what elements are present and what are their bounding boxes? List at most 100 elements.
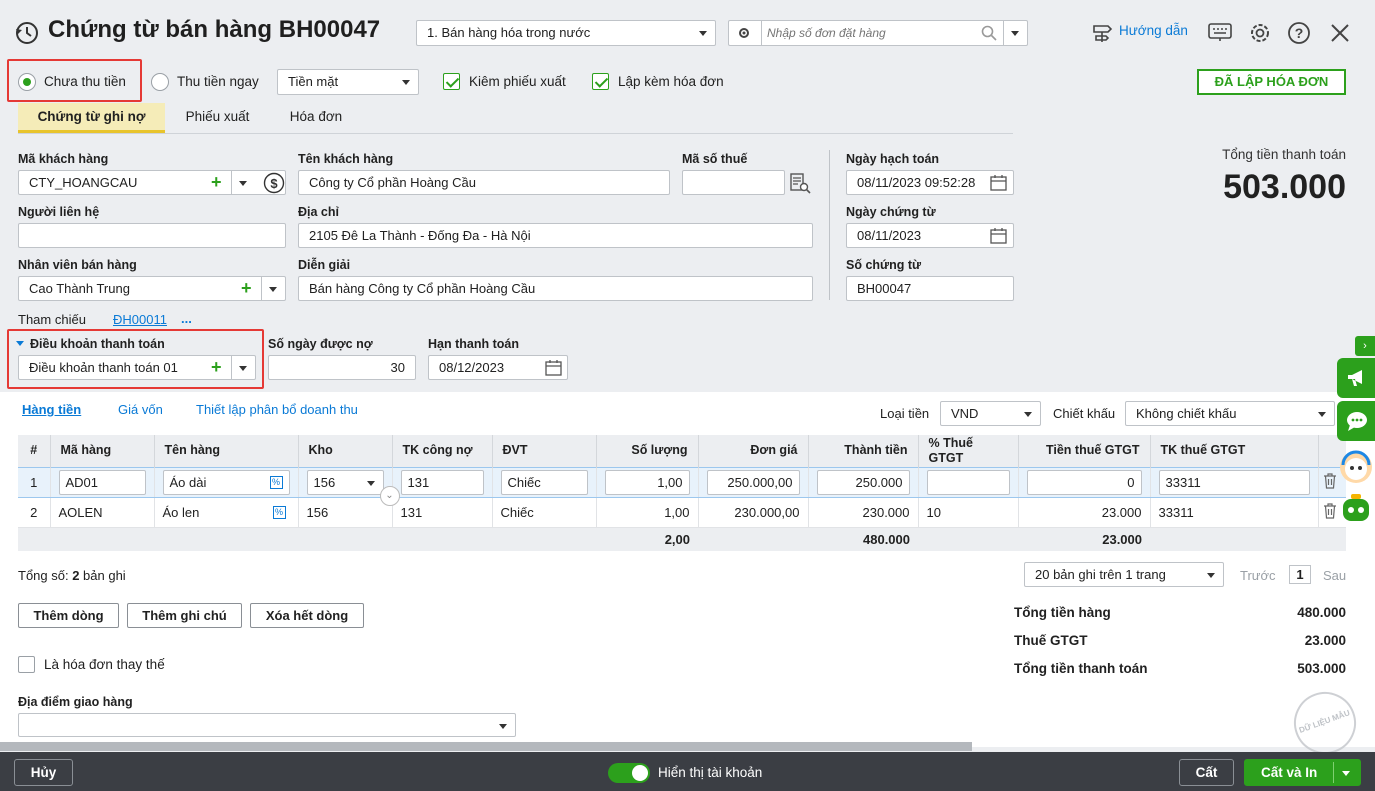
add-row-button[interactable]: Thêm dòng [18,603,119,628]
history-icon[interactable] [14,20,40,46]
gear-icon[interactable] [737,26,751,40]
save-button[interactable]: Cất [1179,759,1234,786]
payment-method-select[interactable]: Tiền mặt [277,69,419,95]
dollar-icon[interactable]: $ [263,172,285,194]
show-accounts-toggle[interactable] [608,763,650,783]
percent-icon[interactable]: % [269,475,283,489]
guide-icon[interactable] [1090,22,1114,46]
vat-account-cell[interactable]: 33311 [1150,497,1319,528]
chevron-down-icon[interactable] [1342,771,1350,776]
search-icon[interactable] [981,25,997,41]
chevron-down-icon[interactable] [1011,31,1019,36]
posting-date-field[interactable]: 08/11/2023 09:52:28 [846,170,1014,195]
tab-debit-voucher[interactable]: Chứng từ ghi nợ [18,103,165,133]
expand-circle-icon[interactable]: ⌄ [379,485,400,506]
pager-prev[interactable]: Trước [1240,568,1276,583]
amount-input[interactable]: 250.000 [816,469,910,495]
unit-cell[interactable]: Chiếc [492,497,597,528]
help-icon[interactable]: ? [1287,21,1311,45]
credit-days-field[interactable]: 30 [268,355,416,380]
calendar-icon[interactable] [990,227,1007,244]
voucher-date-field[interactable]: 08/11/2023 [846,223,1014,248]
chat-button[interactable] [1337,401,1375,441]
vat-rate-cell[interactable]: 10 [918,497,1019,528]
calendar-icon[interactable] [545,359,562,376]
add-salesperson-icon[interactable]: + [241,278,252,298]
announcement-button[interactable] [1337,358,1375,398]
settings-icon[interactable] [1248,21,1272,45]
delete-all-rows-button[interactable]: Xóa hết dòng [250,603,364,628]
item-name-cell[interactable]: Áo len% [154,497,299,528]
unpaid-radio[interactable] [18,73,36,91]
item-code-input[interactable]: AD01 [58,469,146,495]
page-size-select[interactable]: 20 bản ghi trên 1 trang [1024,562,1224,587]
description-field[interactable]: Bán hàng Công ty Cổ phần Hoàng Cầu [298,276,813,301]
order-search-input[interactable] [767,24,977,42]
add-customer-icon[interactable]: + [211,172,222,192]
chevron-down-icon[interactable] [269,287,277,292]
receivable-account-cell[interactable]: 131 [392,497,493,528]
col-index: # [18,435,51,467]
amount-cell[interactable]: 230.000 [808,497,919,528]
tax-code-field[interactable] [682,170,785,195]
close-icon[interactable] [1330,23,1350,43]
vat-account-input[interactable]: 33311 [1158,469,1310,495]
vat-amount-input[interactable]: 0 [1026,469,1142,495]
cancel-button[interactable]: Hủy [14,759,73,786]
trash-icon[interactable] [1323,472,1337,489]
contact-field[interactable] [18,223,286,248]
paid-radio[interactable] [151,73,169,91]
vat-amount-cell[interactable]: 23.000 [1018,497,1151,528]
pager-next[interactable]: Sau [1323,568,1346,583]
delivery-place-select[interactable] [18,713,516,737]
trash-icon[interactable] [1323,502,1337,519]
tab-invoice[interactable]: Hóa đơn [270,103,362,133]
keyboard-icon[interactable] [1208,22,1232,44]
reference-link[interactable]: ĐH00011 [113,312,167,327]
chevron-down-icon[interactable] [239,366,247,371]
assistant-avatar[interactable] [1337,448,1375,486]
address-field[interactable]: 2105 Đê La Thành - Đống Đa - Hà Nội [298,223,813,248]
reference-more-button[interactable]: ... [181,311,192,326]
detail-tab-cost[interactable]: Giá vốn [118,402,163,417]
unit-price-input[interactable]: 250.000,00 [706,469,800,495]
table-row[interactable]: 1 AD01 Áo dài% 156 131 Chiếc 1,00 250.00… [18,466,1346,498]
help-link[interactable]: Hướng dẫn [1119,23,1188,38]
unit-input[interactable]: Chiếc [500,469,588,495]
add-note-button[interactable]: Thêm ghi chú [127,603,242,628]
detail-tab-goods[interactable]: Hàng tiền [22,402,81,417]
posting-date-value: 08/11/2023 09:52:28 [857,175,976,190]
percent-icon[interactable]: % [272,505,286,519]
sale-type-select[interactable]: 1. Bán hàng hóa trong nước [416,20,716,46]
chevron-down-icon[interactable] [239,181,247,186]
horizontal-scrollbar[interactable] [0,742,972,751]
customer-name-field[interactable]: Công ty Cổ phần Hoàng Cầu [298,170,670,195]
discount-select[interactable]: Không chiết khấu [1125,401,1335,426]
table-row[interactable]: 2 AOLEN Áo len% 156 ⌄ 131 Chiếc 1,00 230.… [18,485,1346,528]
item-code-cell[interactable]: AOLEN [50,497,155,528]
warehouse-cell[interactable]: 156 ⌄ [298,485,400,528]
quantity-cell[interactable]: 1,00 [596,497,699,528]
save-print-button[interactable]: Cất và In [1244,759,1361,786]
vat-rate-input[interactable] [926,469,1010,495]
replacement-invoice-checkbox[interactable] [18,656,35,673]
item-name-input[interactable]: Áo dài% [162,469,290,495]
tab-delivery-note[interactable]: Phiếu xuất [170,103,265,133]
add-payment-terms-icon[interactable]: + [211,357,222,377]
unit-price-cell[interactable]: 230.000,00 [698,497,809,528]
currency-select[interactable]: VND [940,401,1041,426]
receivable-account-input[interactable]: 131 [400,469,484,495]
calendar-icon[interactable] [990,174,1007,191]
tax-lookup-icon[interactable] [789,172,811,194]
detail-tab-revenue-allocation[interactable]: Thiết lập phân bổ doanh thu [196,402,358,417]
with-invoice-checkbox[interactable] [592,73,609,90]
side-expand-tab[interactable]: › [1355,336,1375,356]
with-delivery-checkbox[interactable] [443,73,460,90]
chevron-down-icon [1318,412,1326,417]
pager-current-page[interactable]: 1 [1289,565,1311,584]
misa-bot[interactable] [1337,490,1375,528]
quantity-input[interactable]: 1,00 [604,469,690,495]
expand-triangle-icon[interactable] [16,341,24,346]
warehouse-select[interactable]: 156 [306,469,384,495]
voucher-no-field[interactable]: BH00047 [846,276,1014,301]
